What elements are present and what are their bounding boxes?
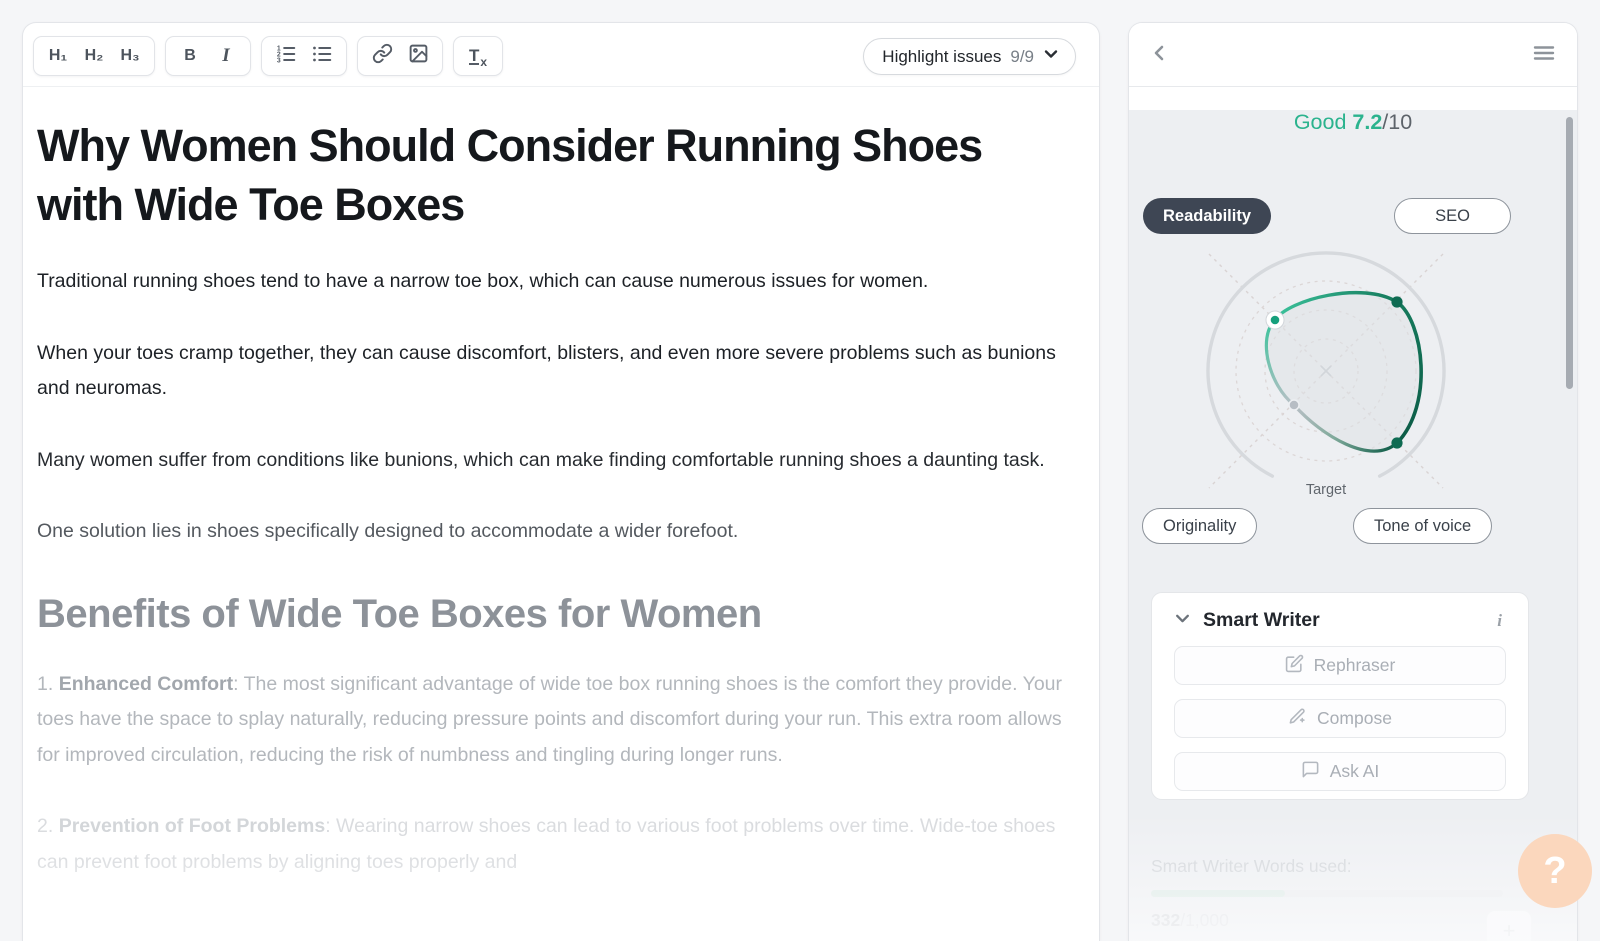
format-buttons-group: B I: [165, 36, 251, 76]
h1-button[interactable]: H₁: [40, 40, 76, 72]
seo-point: [1391, 296, 1402, 307]
target-label: Target: [1286, 482, 1366, 498]
words-used-label: Smart Writer Words used:: [1151, 856, 1529, 877]
h3-button[interactable]: H₃: [112, 40, 148, 72]
clear-formatting-button[interactable]: Tx: [460, 40, 496, 72]
words-used-progress-fill: [1151, 890, 1285, 897]
smart-writer-card: Smart Writer i Rephraser: [1151, 592, 1529, 800]
panel-scrollbar[interactable]: [1566, 117, 1573, 389]
link-button[interactable]: [364, 40, 400, 72]
chevron-left-icon: [1151, 44, 1167, 65]
compose-pen-icon: [1288, 707, 1307, 731]
bullet-list-button[interactable]: [304, 40, 340, 72]
list-buttons-group: 1 2 3: [261, 36, 347, 76]
help-button[interactable]: ?: [1518, 834, 1592, 908]
assistant-panel: Good 7.2/10: [1128, 22, 1578, 941]
hamburger-menu-icon: [1533, 44, 1555, 65]
heading-buttons-group: H₁ H₂ H₃: [33, 36, 155, 76]
compose-button[interactable]: Compose: [1174, 699, 1506, 738]
image-button[interactable]: [400, 40, 436, 72]
editor-card: H₁ H₂ H₃ B I 1 2 3: [22, 22, 1100, 941]
ordered-list-button[interactable]: 1 2 3: [268, 40, 304, 72]
clear-format-group: Tx: [453, 36, 503, 76]
readability-pill[interactable]: Readability: [1143, 198, 1271, 234]
insert-buttons-group: [357, 36, 443, 76]
words-used-section: Smart Writer Words used: 332/1,000 +: [1151, 856, 1529, 931]
tone-of-voice-pill[interactable]: Tone of voice: [1353, 508, 1492, 544]
add-words-button[interactable]: +: [1486, 910, 1532, 941]
rephraser-button[interactable]: Rephraser: [1174, 646, 1506, 685]
smart-writer-title: Smart Writer: [1203, 609, 1481, 632]
document-editor[interactable]: Why Women Should Consider Running Shoes …: [23, 87, 1099, 880]
ordered-list-icon: 1 2 3: [275, 43, 297, 70]
panel-header: [1129, 23, 1577, 87]
link-icon: [372, 43, 393, 69]
panel-menu-button[interactable]: [1533, 44, 1555, 65]
rephrase-edit-icon: [1285, 654, 1304, 678]
words-used-count: 332/1,000: [1151, 910, 1529, 931]
chevron-down-icon: [1174, 610, 1191, 632]
seo-pill[interactable]: SEO: [1394, 198, 1511, 234]
paragraph[interactable]: When your toes cramp together, they can …: [37, 336, 1067, 407]
collapse-panel-button[interactable]: [1151, 44, 1167, 65]
editor-toolbar: H₁ H₂ H₃ B I 1 2 3: [23, 23, 1099, 87]
svg-text:3: 3: [277, 57, 281, 64]
highlight-issues-dropdown[interactable]: Highlight issues 9/9: [863, 38, 1076, 75]
paragraph[interactable]: Many women suffer from conditions like b…: [37, 443, 1067, 479]
list-item[interactable]: 2. Prevention of Foot Problems: Wearing …: [37, 809, 1067, 880]
originality-point: [1289, 400, 1299, 410]
highlight-issues-count: 9/9: [1010, 47, 1034, 67]
paragraph[interactable]: One solution lies in shoes specifically …: [37, 514, 1067, 550]
info-icon[interactable]: i: [1493, 611, 1506, 631]
readability-point: [1266, 311, 1284, 329]
bullet-list-icon: [311, 43, 333, 70]
list-item[interactable]: 1. Enhanced Comfort: The most significan…: [37, 667, 1067, 774]
smart-writer-header[interactable]: Smart Writer i: [1174, 609, 1506, 632]
italic-button[interactable]: I: [208, 40, 244, 72]
ask-ai-button[interactable]: Ask AI: [1174, 752, 1506, 791]
document-title[interactable]: Why Women Should Consider Running Shoes …: [37, 117, 1022, 234]
image-icon: [408, 43, 429, 69]
panel-body: Good 7.2/10: [1129, 110, 1577, 941]
tone-of-voice-point: [1391, 437, 1402, 448]
paragraph[interactable]: Traditional running shoes tend to have a…: [37, 264, 1067, 300]
originality-pill[interactable]: Originality: [1142, 508, 1257, 544]
chat-bubble-icon: [1301, 760, 1320, 784]
words-used-progressbar: [1151, 890, 1503, 897]
highlight-issues-label: Highlight issues: [882, 47, 1001, 67]
bold-button[interactable]: B: [172, 40, 208, 72]
chevron-down-icon: [1043, 46, 1059, 67]
h2-button[interactable]: H₂: [76, 40, 112, 72]
section-heading[interactable]: Benefits of Wide Toe Boxes for Women: [37, 592, 1077, 637]
